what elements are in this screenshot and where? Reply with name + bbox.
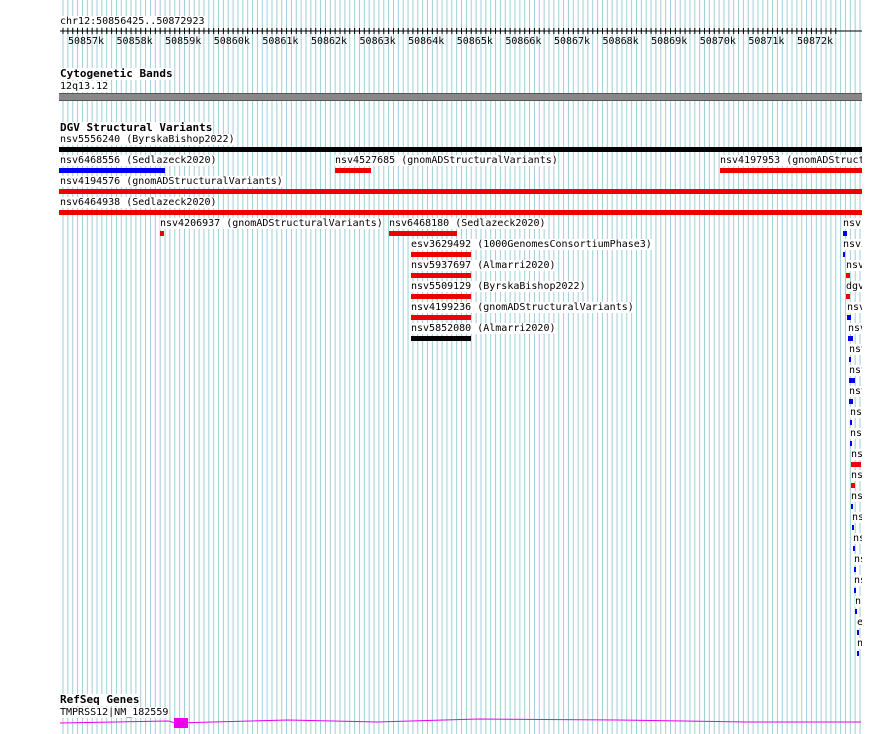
sv-feature-glyph[interactable] (857, 630, 859, 635)
refseq-gene-model[interactable] (58, 716, 864, 730)
sv-feature-glyph[interactable] (847, 315, 851, 320)
sv-feature-glyph[interactable] (59, 147, 862, 152)
sv-feature-glyph[interactable] (849, 357, 851, 362)
sv-feature-label: nsv4527685 (gnomADStructuralVariants) (335, 155, 558, 166)
sv-feature-glyph[interactable] (851, 504, 853, 509)
sv-feature-glyph[interactable] (854, 588, 856, 593)
sv-feature-glyph[interactable] (389, 231, 457, 236)
sv-feature-glyph[interactable] (160, 231, 164, 236)
sv-feature-label: nsv4206937 (gnomADStructuralVariants) (160, 218, 383, 229)
sv-feature-label: nsv113 (857, 638, 862, 649)
sv-feature-glyph[interactable] (853, 546, 855, 551)
sv-feature-label: nsv5586 (851, 470, 862, 481)
sv-feature-glyph[interactable] (851, 462, 861, 467)
sv-feature-glyph[interactable] (59, 210, 862, 215)
sv-feature-label: nsv5649 (851, 491, 862, 502)
sv-feature-label: nsv1120 (849, 365, 862, 376)
sv-feature-glyph[interactable] (411, 315, 471, 320)
sv-feature-glyph[interactable] (59, 189, 862, 194)
sv-feature-glyph[interactable] (849, 399, 853, 404)
sv-feature-label: nsv355 (854, 575, 862, 586)
sv-feature-glyph[interactable] (411, 294, 471, 299)
sv-feature-label: nsv1142 (849, 386, 862, 397)
sv-feature-label: esv3629492 (1000GenomesConsortiumPhase3) (411, 239, 652, 250)
sv-feature-label: nsv4194576 (gnomADStructuralVariants) (60, 176, 283, 187)
gene-exon[interactable] (174, 718, 188, 728)
sv-feature-glyph[interactable] (849, 378, 855, 383)
sv-feature-glyph[interactable] (848, 336, 853, 341)
sv-feature-label: nsv3337 (850, 407, 862, 418)
sv-feature-label: nsv11252 (847, 302, 862, 313)
sv-feature-label: nsv10767 (848, 323, 862, 334)
sv-feature-label: nsv5509129 (ByrskaBishop2022) (411, 281, 586, 292)
sv-feature-glyph[interactable] (411, 273, 471, 278)
sv-feature-label: dgv1842n (846, 281, 862, 292)
sv-feature-label: nsv6468556 (Sedlazeck2020) (60, 155, 217, 166)
sv-feature-glyph[interactable] (857, 651, 859, 656)
sv-feature-label: nsv6464938 (Sedlazeck2020) (60, 197, 217, 208)
sv-feature-label: nsv35602 (843, 239, 862, 250)
sv-feature-glyph[interactable] (335, 168, 371, 173)
sv-feature-label: nsv4753 (852, 512, 862, 523)
sv-feature-label: nsv3553 (850, 428, 862, 439)
sv-feature-label: nsv3548 (849, 344, 862, 355)
sv-feature-label: nsv5556240 (ByrskaBishop2022) (60, 134, 235, 145)
sv-feature-glyph[interactable] (852, 525, 854, 530)
sv-feature-glyph[interactable] (850, 420, 852, 425)
sv-feature-glyph[interactable] (59, 168, 165, 173)
sv-feature-label: nsv6468180 (Sedlazeck2020) (389, 218, 546, 229)
sv-feature-glyph[interactable] (846, 273, 850, 278)
sv-feature-label: nsv333 (855, 596, 862, 607)
dgv-feature-area: nsv5556240 (ByrskaBishop2022) nsv6468556 … (0, 0, 862, 734)
sv-feature-glyph[interactable] (411, 252, 471, 257)
sv-feature-label: nsv4197953 (gnomADStructuralVariants) (720, 155, 862, 166)
sv-feature-glyph[interactable] (850, 441, 852, 446)
sv-feature-label: nsv60362 (846, 260, 862, 271)
sv-feature-glyph[interactable] (854, 567, 856, 572)
sv-feature-glyph[interactable] (851, 483, 855, 488)
sv-feature-label: nsv4199236 (gnomADStructuralVariants) (411, 302, 634, 313)
sv-feature-glyph[interactable] (720, 168, 862, 173)
sv-feature-label: nsv4199 (851, 449, 862, 460)
sv-feature-glyph[interactable] (855, 609, 857, 614)
sv-feature-label: nsv355 (854, 554, 862, 565)
sv-feature-glyph[interactable] (411, 336, 471, 341)
sv-feature-label: nsv5852080 (Almarri2020) (411, 323, 556, 334)
sv-feature-label: nsv11255 (843, 218, 862, 229)
sv-feature-label: esv143 (857, 617, 862, 628)
sv-feature-glyph[interactable] (843, 231, 847, 236)
track-title-refseq-genes: RefSeq Genes (60, 693, 140, 706)
sv-feature-label: nsv6087 (853, 533, 862, 544)
sv-feature-label: nsv5937697 (Almarri2020) (411, 260, 556, 271)
sv-feature-glyph[interactable] (843, 252, 845, 257)
sv-feature-glyph[interactable] (846, 294, 850, 299)
